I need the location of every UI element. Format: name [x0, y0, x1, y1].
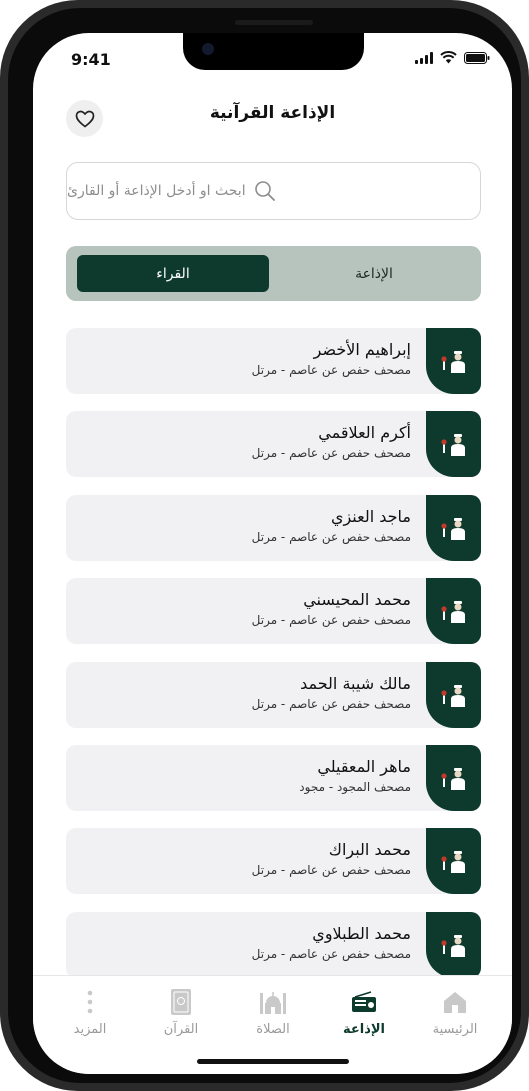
search-input[interactable]: ابحث او أدخل الإذاعة أو القارئ: [66, 162, 481, 220]
page-title: الإذاعة القرآنية: [209, 103, 336, 123]
reciter-icon: [441, 685, 465, 707]
reader-card[interactable]: محمد البراك مصحف حفص عن عاصم - مرتل: [66, 828, 481, 894]
reciter-icon: [441, 434, 465, 456]
reader-thumbnail: [426, 745, 481, 811]
notch: [183, 33, 364, 70]
tab-prayer-label: الصلاة: [256, 1022, 290, 1037]
tab-more[interactable]: المزيد: [50, 986, 130, 1037]
mosque-icon: [260, 992, 286, 1014]
favorites-button[interactable]: [66, 100, 103, 137]
speaker-slot: [235, 20, 313, 25]
battery-icon: [464, 52, 490, 64]
wifi-icon: [440, 51, 457, 64]
reader-name: محمد البراك: [328, 840, 411, 859]
tab-home[interactable]: الرئيسية: [415, 986, 495, 1037]
more-dots-icon: [87, 990, 93, 1014]
heart-icon: [75, 110, 94, 128]
reciter-icon: [441, 935, 465, 957]
tab-radio[interactable]: الإذاعة: [278, 255, 470, 292]
camera: [202, 43, 214, 55]
reader-thumbnail: [426, 662, 481, 728]
reader-mushaf: مصحف حفص عن عاصم - مرتل: [251, 363, 411, 377]
reader-mushaf: مصحف حفص عن عاصم - مرتل: [251, 863, 411, 877]
reader-name: ماهر المعقيلي: [317, 757, 411, 776]
reader-mushaf: مصحف حفص عن عاصم - مرتل: [251, 446, 411, 460]
reciter-icon: [441, 601, 465, 623]
reciter-icon: [441, 518, 465, 540]
reader-card[interactable]: محمد المحيسني مصحف حفص عن عاصم - مرتل: [66, 578, 481, 644]
reader-name: محمد الطبلاوي: [312, 924, 411, 943]
reader-mushaf: مصحف حفص عن عاصم - مرتل: [251, 530, 411, 544]
reader-name: إبراهيم الأخضر: [313, 340, 411, 359]
reader-mushaf: مصحف حفص عن عاصم - مرتل: [251, 947, 411, 961]
tab-home-label: الرئيسية: [432, 1022, 478, 1037]
reader-mushaf: مصحف حفص عن عاصم - مرتل: [251, 613, 411, 627]
tab-prayer[interactable]: الصلاة: [233, 986, 313, 1037]
tab-readers[interactable]: القراء: [77, 255, 269, 292]
reader-name: مالك شيبة الحمد: [300, 674, 411, 693]
reciter-icon: [441, 768, 465, 790]
reader-thumbnail: [426, 828, 481, 894]
home-icon: [444, 992, 466, 1013]
quran-book-icon: [171, 989, 191, 1015]
reciter-icon: [441, 351, 465, 373]
reader-thumbnail: [426, 411, 481, 477]
reader-mushaf: مصحف المجود - مجود: [299, 780, 411, 794]
search-icon: [254, 181, 275, 201]
tab-quran[interactable]: القرآن: [141, 986, 221, 1037]
phone-bezel: 9:41 الإذاعة القرآنية ابحث او أدخل الإذا…: [8, 8, 521, 1083]
reader-name: ماجد العنزي: [330, 507, 411, 526]
radio-icon: [352, 991, 376, 1012]
reader-card[interactable]: مالك شيبة الحمد مصحف حفص عن عاصم - مرتل: [66, 662, 481, 728]
status-icons: [415, 51, 490, 64]
status-time: 9:41: [71, 50, 111, 69]
tab-more-label: المزيد: [73, 1022, 107, 1037]
cellular-signal-icon: [415, 52, 433, 64]
reader-card[interactable]: ماجد العنزي مصحف حفص عن عاصم - مرتل: [66, 495, 481, 561]
reader-mushaf: مصحف حفص عن عاصم - مرتل: [251, 697, 411, 711]
reader-thumbnail: [426, 328, 481, 394]
reader-card[interactable]: إبراهيم الأخضر مصحف حفص عن عاصم - مرتل: [66, 328, 481, 394]
tab-radio-label: الإذاعة: [342, 1022, 386, 1037]
reader-name: محمد المحيسني: [303, 590, 411, 609]
tab-quran-label: القرآن: [163, 1022, 199, 1037]
reader-card[interactable]: محمد الطبلاوي مصحف حفص عن عاصم - مرتل: [66, 912, 481, 978]
reader-name: أكرم العلاقمي: [318, 423, 411, 442]
reader-thumbnail: [426, 495, 481, 561]
reciter-icon: [441, 851, 465, 873]
tab-radio-nav[interactable]: الإذاعة: [324, 986, 404, 1037]
reader-thumbnail: [426, 912, 481, 978]
reader-thumbnail: [426, 578, 481, 644]
phone-frame: 9:41 الإذاعة القرآنية ابحث او أدخل الإذا…: [0, 0, 529, 1091]
reader-card[interactable]: ماهر المعقيلي مصحف المجود - مجود: [66, 745, 481, 811]
home-indicator: [197, 1059, 349, 1064]
reader-card[interactable]: أكرم العلاقمي مصحف حفص عن عاصم - مرتل: [66, 411, 481, 477]
app-screen: 9:41 الإذاعة القرآنية ابحث او أدخل الإذا…: [33, 33, 512, 1074]
segmented-control: القراء الإذاعة: [66, 246, 481, 301]
search-placeholder: ابحث او أدخل الإذاعة أو القارئ: [67, 183, 246, 199]
